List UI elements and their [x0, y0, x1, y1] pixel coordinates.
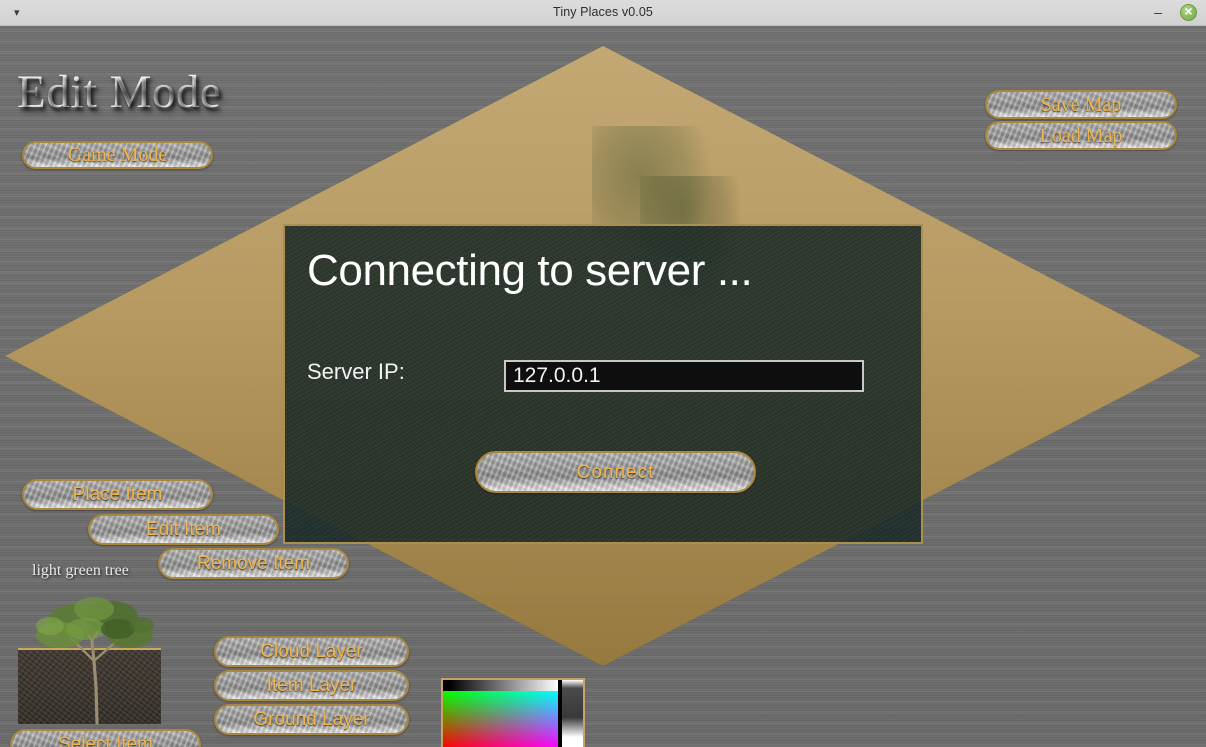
connect-dialog: Connecting to server ... Server IP: Conn…	[283, 224, 923, 544]
game-mode-button[interactable]: Game Mode	[22, 141, 213, 169]
server-ip-input[interactable]	[504, 360, 864, 392]
selected-item-label: light green tree	[32, 562, 129, 579]
place-item-button[interactable]: Place Item	[22, 479, 213, 510]
color-picker-hue-saturation-field[interactable]	[443, 691, 558, 747]
item-layer-button[interactable]: Item Layer	[214, 670, 409, 701]
save-map-button[interactable]: Save Map	[985, 90, 1177, 119]
page-title: Edit Mode	[17, 66, 222, 118]
color-picker[interactable]	[441, 678, 585, 747]
load-map-button[interactable]: Load Map	[985, 121, 1177, 150]
dialog-title: Connecting to server ...	[307, 246, 753, 295]
color-picker-field-group[interactable]	[443, 680, 558, 747]
window-title: Tiny Places v0.05	[553, 5, 653, 19]
color-picker-alpha-slider[interactable]	[561, 680, 583, 747]
minimize-button[interactable]: –	[1150, 5, 1166, 20]
ground-layer-button[interactable]: Ground Layer	[214, 704, 409, 735]
edit-item-button[interactable]: Edit Item	[88, 514, 279, 545]
server-ip-label: Server IP:	[307, 359, 405, 384]
item-preview-panel	[18, 648, 161, 724]
remove-item-button[interactable]: Remove Item	[158, 548, 349, 579]
connect-button[interactable]: Connect	[475, 451, 756, 493]
application-window: ▾ Tiny Places v0.05 – Edit Mode Game Mod…	[0, 0, 1206, 747]
game-canvas[interactable]: Edit Mode Game Mode Save Map Load Map Pl…	[0, 26, 1206, 747]
color-picker-brightness-strip[interactable]	[443, 680, 558, 691]
window-titlebar: ▾ Tiny Places v0.05 –	[0, 0, 1206, 26]
close-button[interactable]	[1180, 3, 1197, 21]
select-item-button[interactable]: Select Item	[10, 729, 201, 747]
cloud-layer-button[interactable]: Cloud Layer	[214, 636, 409, 667]
